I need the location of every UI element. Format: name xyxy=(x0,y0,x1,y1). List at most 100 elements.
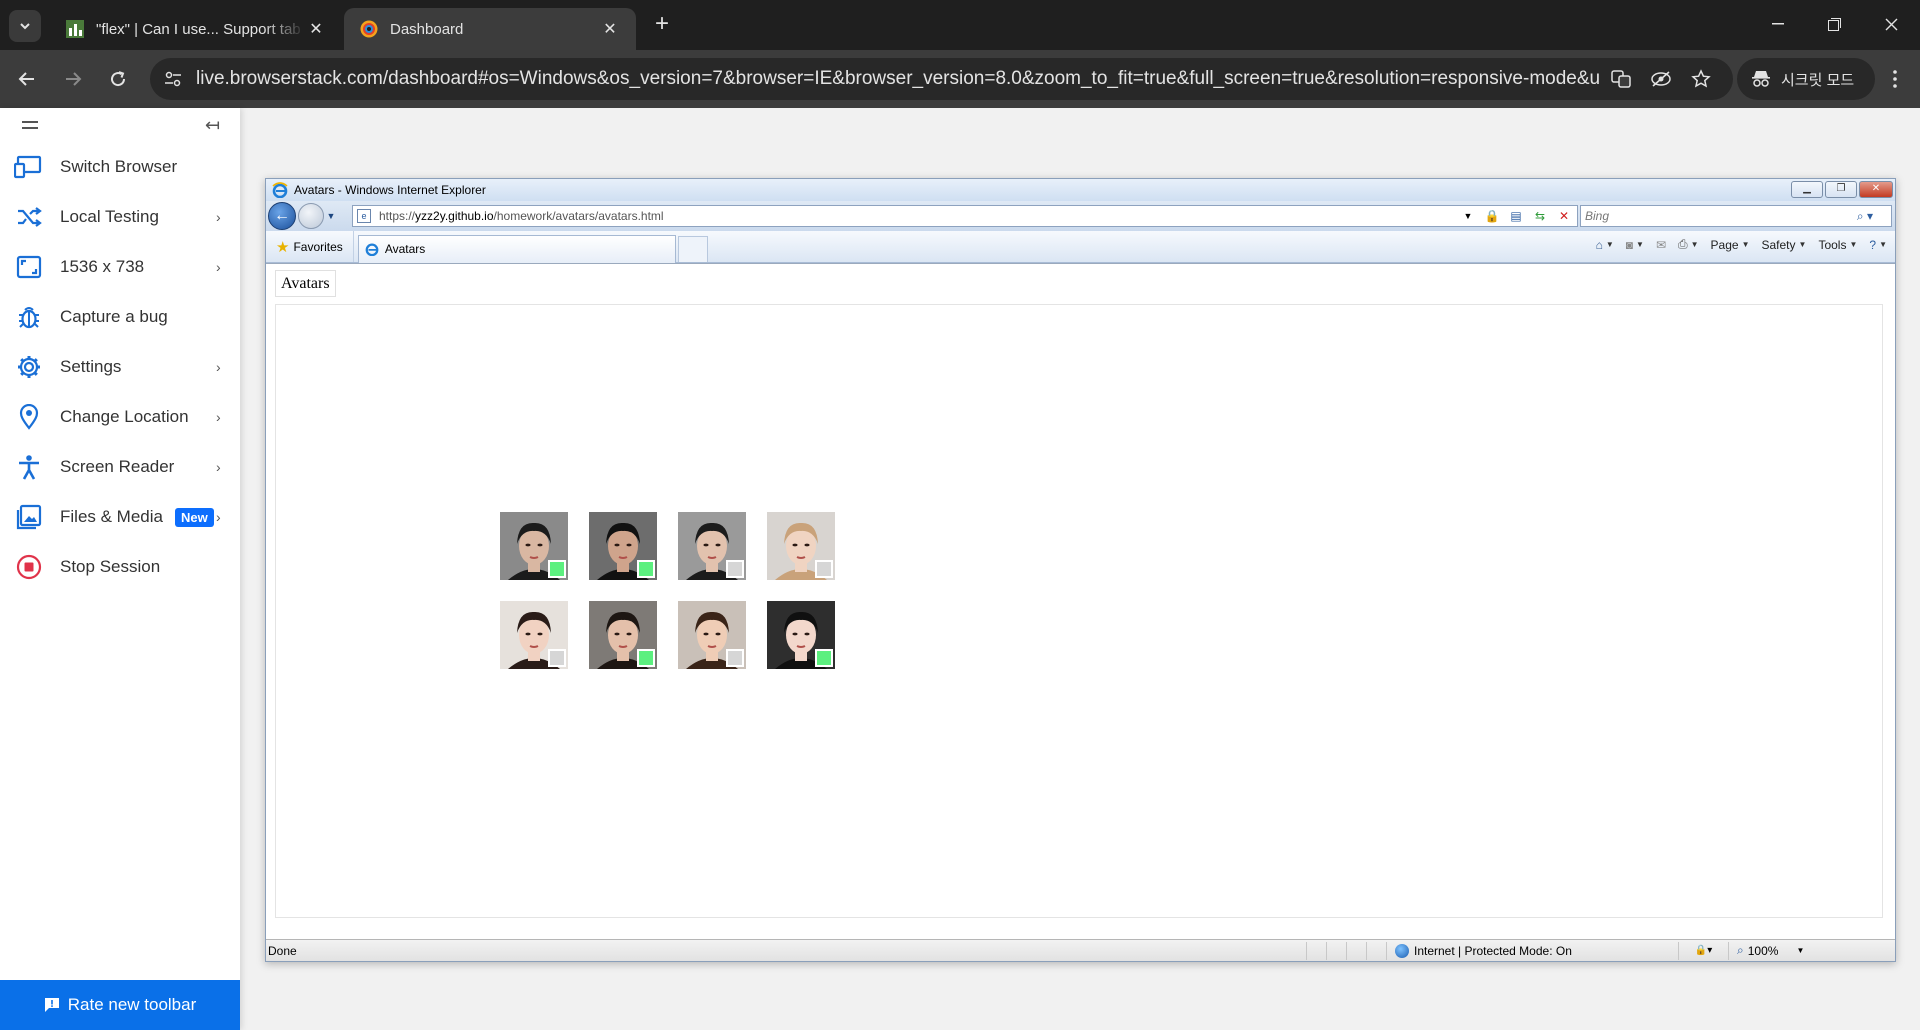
protected-mode-icon[interactable]: 🔒▾ xyxy=(1678,941,1728,960)
tab-caniuse[interactable]: "flex" | Can I use... Support tab ✕ xyxy=(50,8,342,50)
lock-icon[interactable]: 🔒 xyxy=(1481,206,1503,226)
chevron-right-icon: › xyxy=(216,459,221,475)
ie-command-bar: ⌂ ▼ ◙ ▼ ✉ ⎙ ▼ Page ▼ Safety ▼ Tools ▼ ? ▼ xyxy=(1596,237,1887,252)
caniuse-favicon-icon xyxy=(66,20,84,38)
refresh-icon[interactable]: ⇆ xyxy=(1529,206,1551,226)
ie-restore-icon[interactable]: ❐ xyxy=(1825,181,1857,198)
ie-forward-icon[interactable] xyxy=(298,203,324,229)
compatibility-view-icon[interactable]: ▤ xyxy=(1505,206,1527,226)
help-icon: ? xyxy=(1869,237,1877,252)
sidebar-item-resolution[interactable]: 1536 x 738 › xyxy=(0,242,240,292)
resolution-icon xyxy=(14,252,44,282)
sidebar-item-settings[interactable]: Settings › xyxy=(0,342,240,392)
sidebar-item-screen-reader[interactable]: Screen Reader › xyxy=(0,442,240,492)
sidebar-item-files-media[interactable]: Files & Media New › xyxy=(0,492,240,542)
sidebar-item-label: Files & Media xyxy=(60,507,163,526)
mail-button[interactable]: ✉ xyxy=(1656,238,1666,252)
bookmark-star-icon[interactable] xyxy=(1681,64,1721,94)
ie-page-content: Avatars xyxy=(266,263,1895,927)
sidebar-item-switch-browser[interactable]: Switch Browser xyxy=(0,142,240,192)
restore-icon[interactable] xyxy=(1814,10,1854,38)
sidebar-item-label: Settings xyxy=(60,357,122,376)
tab-dashboard[interactable]: Dashboard ✕ xyxy=(344,8,636,50)
status-indicator xyxy=(815,649,833,667)
avatar[interactable] xyxy=(767,512,835,580)
close-tab-icon[interactable]: ✕ xyxy=(306,19,326,39)
status-indicator xyxy=(548,560,566,578)
incognito-icon xyxy=(1752,71,1770,87)
tools-menu[interactable]: Tools ▼ xyxy=(1818,238,1857,252)
safety-menu-label: Safety xyxy=(1761,237,1796,252)
ie-favorites-bar: ★ Favorites Avatars ⌂ ▼ ◙ ▼ ✉ ⎙ ▼ Page ▼ Saf… xyxy=(266,231,1895,263)
sidebar-item-stop-session[interactable]: Stop Session xyxy=(0,542,240,592)
page-menu[interactable]: Page ▼ xyxy=(1711,238,1750,252)
page-icon: e xyxy=(357,209,371,223)
stop-icon[interactable]: ✕ xyxy=(1553,206,1575,226)
status-divider xyxy=(1366,941,1386,960)
ie-close-icon[interactable]: ✕ xyxy=(1859,181,1893,198)
back-arrow-icon[interactable] xyxy=(12,64,42,94)
sidebar-item-change-location[interactable]: Change Location › xyxy=(0,392,240,442)
ie-address-field[interactable]: e https://yzz2y.github.io/homework/avata… xyxy=(352,205,1578,227)
help-button[interactable]: ? ▼ xyxy=(1869,238,1887,252)
safety-menu[interactable]: Safety ▼ xyxy=(1762,238,1807,252)
home-icon: ⌂ xyxy=(1595,237,1603,252)
ie-minimize-icon[interactable]: ▁ xyxy=(1791,181,1823,198)
page-caption: Avatars xyxy=(275,270,336,297)
avatar[interactable] xyxy=(767,601,835,669)
home-button[interactable]: ⌂ ▼ xyxy=(1596,238,1614,252)
new-tab-button[interactable]: + xyxy=(650,12,674,36)
print-button[interactable]: ⎙ ▼ xyxy=(1678,237,1699,252)
feeds-button[interactable]: ◙ ▼ xyxy=(1626,238,1644,252)
avatar[interactable] xyxy=(678,512,746,580)
zoom-dropdown-icon: ▼ xyxy=(1796,946,1805,955)
collapse-sidebar-icon[interactable]: ↤ xyxy=(205,115,220,136)
browserstack-sidebar: ↤ Switch Browser Local Testing › 1536 x … xyxy=(0,108,240,1030)
ie-back-icon[interactable]: ← xyxy=(268,202,296,230)
site-settings-icon[interactable] xyxy=(164,71,186,87)
address-dropdown-icon[interactable]: ▼ xyxy=(1457,206,1479,226)
search-icon[interactable]: ⌕ ▾ xyxy=(1857,209,1873,224)
status-divider xyxy=(1346,941,1366,960)
reload-icon[interactable] xyxy=(103,64,133,94)
ie-page-icon xyxy=(365,243,379,256)
incognito-button[interactable]: 시크릿 모드 xyxy=(1737,58,1875,100)
chrome-menu-icon[interactable] xyxy=(1880,64,1910,94)
sidebar-header: ↤ xyxy=(0,108,240,142)
status-divider xyxy=(1306,941,1326,960)
avatar[interactable] xyxy=(500,512,568,580)
minimize-icon[interactable] xyxy=(1758,10,1798,38)
sidebar-item-capture-bug[interactable]: Capture a bug xyxy=(0,292,240,342)
new-badge: New xyxy=(174,507,214,527)
ie-logo-icon xyxy=(272,182,288,198)
zoom-control[interactable]: ⌕ 100% ▼ xyxy=(1728,941,1895,960)
close-tab-icon[interactable]: ✕ xyxy=(600,19,620,39)
url-text[interactable]: live.browserstack.com/dashboard#os=Windo… xyxy=(196,68,1601,90)
sidebar-item-label: Local Testing xyxy=(60,207,159,226)
incognito-label: 시크릿 모드 xyxy=(1781,71,1855,89)
address-bar[interactable]: live.browserstack.com/dashboard#os=Windo… xyxy=(150,58,1733,100)
favorites-button[interactable]: ★ Favorites xyxy=(266,231,354,262)
avatar[interactable] xyxy=(500,601,568,669)
hamburger-icon[interactable] xyxy=(22,121,38,129)
ie-history-dropdown-icon[interactable]: ▼ xyxy=(324,211,338,221)
ie-tab-avatars[interactable]: Avatars xyxy=(357,234,676,263)
sidebar-item-label: Capture a bug xyxy=(60,307,168,326)
avatar[interactable] xyxy=(589,601,657,669)
avatar[interactable] xyxy=(678,601,746,669)
bug-icon xyxy=(14,302,44,332)
translate-icon[interactable] xyxy=(1601,64,1641,94)
security-zone[interactable]: Internet | Protected Mode: On xyxy=(1386,941,1678,960)
favorites-label: Favorites xyxy=(293,239,343,254)
ie-search-field[interactable]: Bing ⌕ ▾ xyxy=(1580,205,1892,227)
rate-toolbar-button[interactable]: Rate new toolbar xyxy=(0,980,240,1030)
avatar[interactable] xyxy=(589,512,657,580)
ie-tab-title: Avatars xyxy=(384,242,426,256)
sidebar-item-label: 1536 x 738 xyxy=(60,257,145,276)
tracking-protection-icon[interactable] xyxy=(1641,64,1681,94)
ie-new-tab-button[interactable] xyxy=(677,235,708,262)
forward-arrow-icon[interactable] xyxy=(58,64,88,94)
close-window-icon[interactable] xyxy=(1871,10,1911,38)
sidebar-item-local-testing[interactable]: Local Testing › xyxy=(0,192,240,242)
tab-search-chevron-icon[interactable] xyxy=(9,10,41,42)
